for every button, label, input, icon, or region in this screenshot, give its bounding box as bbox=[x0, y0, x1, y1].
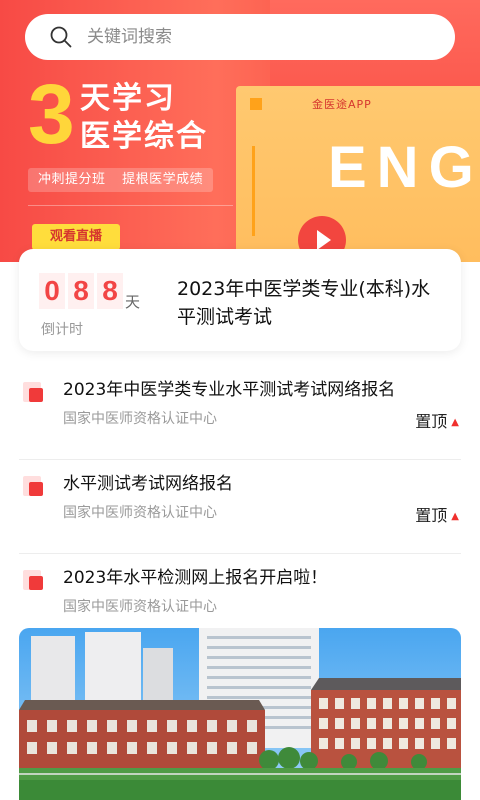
campus-photo[interactable] bbox=[19, 628, 461, 800]
countdown-unit: 天 bbox=[125, 293, 141, 311]
search-bar[interactable] bbox=[25, 14, 455, 60]
countdown-digits: 0 8 8 bbox=[39, 273, 126, 309]
book-square-decoration bbox=[250, 98, 262, 110]
pin-label: 置顶 bbox=[415, 412, 448, 431]
banner-big-number: 3 bbox=[28, 67, 75, 161]
book-cover-text: ENGL bbox=[328, 135, 480, 200]
banner-sub-right: 提根医学成绩 bbox=[122, 172, 204, 187]
news-source: 国家中医师资格认证中心 bbox=[63, 599, 217, 615]
campus-photo-image bbox=[19, 628, 461, 800]
hero-banner[interactable]: 3 天学习 医学综合 冲刺提分班 提根医学成绩 观看直播 金医途APP ENGL bbox=[0, 0, 480, 262]
countdown-label: 倒计时 bbox=[41, 322, 83, 338]
banner-book-illustration: 金医途APP ENGL bbox=[236, 86, 480, 262]
news-title: 水平测试考试网络报名 bbox=[63, 474, 233, 494]
news-title: 2023年中医学类专业水平测试考试网络报名 bbox=[63, 380, 396, 400]
book-line-decoration bbox=[252, 146, 255, 236]
pin-tag: 置顶 ▲ bbox=[415, 502, 459, 526]
watch-live-button[interactable]: 观看直播 bbox=[32, 224, 120, 250]
book-brand-label: 金医途APP bbox=[312, 98, 372, 111]
banner-sub-left: 冲刺提分班 bbox=[38, 172, 106, 187]
pin-tag: 置顶 ▲ bbox=[415, 408, 459, 432]
pin-arrow-icon: ▲ bbox=[451, 417, 459, 428]
exam-title: 2023年中医学类专业(本科)水平测试考试 bbox=[177, 278, 431, 328]
banner-subtitle: 冲刺提分班 提根医学成绩 bbox=[28, 168, 214, 192]
banner-headline-line2: 医学综合 bbox=[80, 119, 208, 154]
news-item[interactable]: 水平测试考试网络报名 国家中医师资格认证中心 置顶 ▲ bbox=[19, 460, 461, 554]
banner-headline: 天学习 医学综合 bbox=[80, 80, 208, 156]
countdown-digit: 8 bbox=[97, 273, 123, 309]
news-title: 2023年水平检测网上报名开启啦！ bbox=[63, 568, 328, 588]
banner-headline-line1: 天学习 bbox=[80, 81, 176, 116]
search-icon bbox=[50, 26, 72, 48]
banner-divider bbox=[28, 205, 233, 206]
news-item[interactable]: 2023年中医学类专业水平测试考试网络报名 国家中医师资格认证中心 置顶 ▲ bbox=[19, 366, 461, 460]
countdown-digit: 0 bbox=[39, 273, 65, 309]
document-icon bbox=[23, 476, 45, 498]
document-icon bbox=[23, 570, 45, 592]
document-icon bbox=[23, 382, 45, 404]
news-list: 2023年中医学类专业水平测试考试网络报名 国家中医师资格认证中心 置顶 ▲ 水平… bbox=[0, 366, 480, 648]
news-source: 国家中医师资格认证中心 bbox=[63, 411, 217, 427]
countdown-card[interactable]: 0 8 8 天 倒计时 2023年中医学类专业(本科)水平测试考试 bbox=[19, 249, 461, 351]
countdown-digit: 8 bbox=[68, 273, 94, 309]
news-source: 国家中医师资格认证中心 bbox=[63, 505, 217, 521]
pin-arrow-icon: ▲ bbox=[451, 511, 459, 522]
pin-label: 置顶 bbox=[415, 506, 448, 525]
search-input[interactable] bbox=[87, 27, 407, 47]
